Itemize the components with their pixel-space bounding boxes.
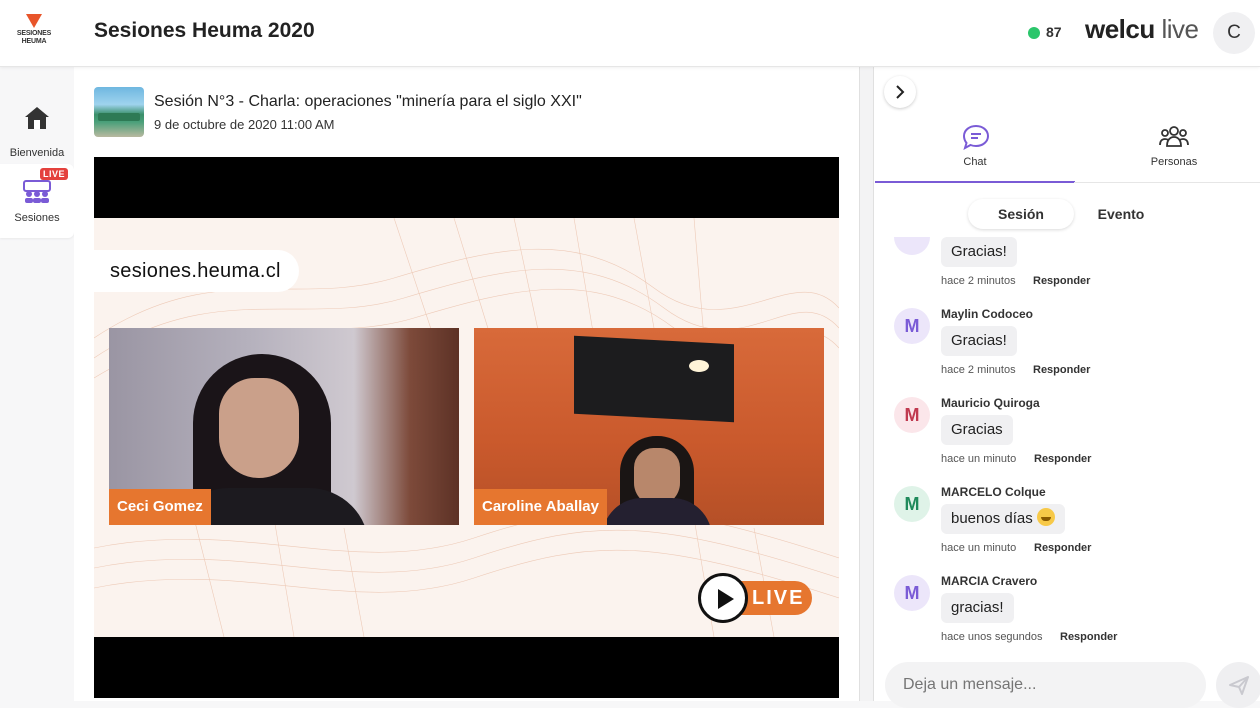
message-input[interactable]	[885, 662, 1206, 708]
participant-name-label: Caroline Aballay	[474, 489, 607, 525]
chat-icon	[962, 124, 990, 150]
brand-light-text: live	[1161, 14, 1199, 44]
url-overlay: sesiones.heuma.cl	[94, 250, 299, 292]
reply-button[interactable]: Responder	[1034, 453, 1091, 465]
participant-video-caroline: Caroline Aballay	[474, 328, 824, 525]
app-logo[interactable]: SESIONES HEUMA	[13, 14, 55, 50]
chat-scope-toggle: Sesión Evento	[968, 199, 1168, 229]
chat-message: M Maylin Codoceo Gracias! hace 2 minutos…	[874, 304, 1260, 393]
people-icon	[1159, 126, 1189, 147]
message-author: Mauricio Quiroga	[941, 396, 1040, 410]
tab-personas[interactable]: Personas	[1074, 121, 1260, 183]
reply-button[interactable]: Responder	[1034, 542, 1091, 554]
left-navigation: Bienvenida LIVE Sesiones	[0, 67, 74, 701]
message-time: hace 2 minutos	[941, 364, 1016, 376]
chat-message: M MARCELO Colque buenos días hace un min…	[874, 482, 1260, 571]
live-badge: LIVE	[40, 168, 69, 180]
nav-label-bienvenida: Bienvenida	[9, 147, 65, 159]
app-title: Sesiones Heuma 2020	[94, 19, 315, 42]
reply-button[interactable]: Responder	[1033, 275, 1090, 287]
chat-panel: Chat Personas Sesión Evento Gracias! hac…	[874, 67, 1260, 708]
session-thumbnail	[94, 87, 144, 137]
send-button[interactable]	[1216, 662, 1260, 708]
avatar: M	[894, 308, 930, 344]
message-author: MARCIA Cravero	[941, 574, 1038, 588]
collapse-panel-button[interactable]	[884, 76, 916, 108]
video-stage: sesiones.heuma.cl Ceci Gomez Caroline Ab…	[94, 218, 839, 637]
send-icon	[1229, 676, 1249, 695]
message-text: Gracias!	[941, 237, 1017, 267]
message-text: Gracias	[941, 415, 1013, 445]
avatar: M	[894, 575, 930, 611]
play-icon	[698, 573, 748, 623]
message-time: hace un minuto	[941, 453, 1017, 465]
message-author: MARCELO Colque	[941, 485, 1046, 499]
tab-chat-label: Chat	[963, 156, 987, 168]
participant-video-ceci: Ceci Gomez	[109, 328, 459, 525]
viewer-count: 87	[1046, 24, 1062, 40]
chat-message: M Mauricio Quiroga Gracias hace un minut…	[874, 393, 1260, 482]
logo-mark-icon	[26, 14, 42, 28]
session-date: 9 de octubre de 2020 11:00 AM	[154, 117, 335, 132]
segment-evento[interactable]: Evento	[1080, 199, 1162, 229]
message-time: hace unos segundos	[941, 631, 1043, 643]
message-author: Maylin Codoceo	[941, 307, 1034, 321]
message-text: buenos días	[951, 510, 1033, 527]
main-content: Sesión N°3 - Charla: operaciones "minerí…	[74, 67, 859, 701]
chat-message: Gracias! hace 2 minutos Responder	[874, 237, 1260, 304]
reply-button[interactable]: Responder	[1033, 364, 1090, 376]
people-group-icon	[23, 180, 51, 203]
message-bubble: buenos días	[941, 504, 1065, 534]
nav-item-sesiones[interactable]: LIVE Sesiones	[0, 164, 74, 238]
home-icon	[25, 107, 49, 129]
message-text: gracias!	[941, 593, 1014, 623]
session-title: Sesión N°3 - Charla: operaciones "minerí…	[154, 93, 582, 110]
grinning-emoji-icon	[1036, 508, 1055, 526]
chat-message: M MARCIA Cravero gracias! hace unos segu…	[874, 571, 1260, 650]
chat-message-list[interactable]: Gracias! hace 2 minutos Responder M Mayl…	[874, 237, 1260, 650]
avatar: M	[894, 486, 930, 522]
participant-name-label: Ceci Gomez	[109, 489, 211, 525]
logo-text: SESIONES HEUMA	[16, 30, 52, 45]
panel-divider[interactable]	[859, 67, 874, 701]
avatar	[894, 237, 930, 255]
reply-button[interactable]: Responder	[1060, 631, 1117, 643]
video-player[interactable]: sesiones.heuma.cl Ceci Gomez Caroline Ab…	[94, 157, 839, 698]
live-logo: LIVE	[698, 573, 814, 623]
message-time: hace 2 minutos	[941, 275, 1016, 287]
segment-sesion[interactable]: Sesión	[968, 199, 1074, 229]
chevron-right-icon	[896, 85, 905, 99]
avatar: M	[894, 397, 930, 433]
brand-logo: welcu live	[1085, 14, 1199, 45]
tab-chat[interactable]: Chat	[875, 121, 1075, 183]
tab-personas-label: Personas	[1150, 156, 1198, 168]
message-text: Gracias!	[941, 326, 1017, 356]
online-status-dot-icon	[1028, 27, 1040, 39]
top-header: SESIONES HEUMA Sesiones Heuma 2020 87 we…	[0, 0, 1260, 67]
nav-label-sesiones: Sesiones	[14, 212, 60, 224]
user-avatar-button[interactable]: C	[1213, 12, 1255, 54]
message-time: hace un minuto	[941, 542, 1017, 554]
brand-bold-text: welcu	[1085, 14, 1155, 44]
nav-item-bienvenida[interactable]: Bienvenida	[0, 101, 74, 171]
